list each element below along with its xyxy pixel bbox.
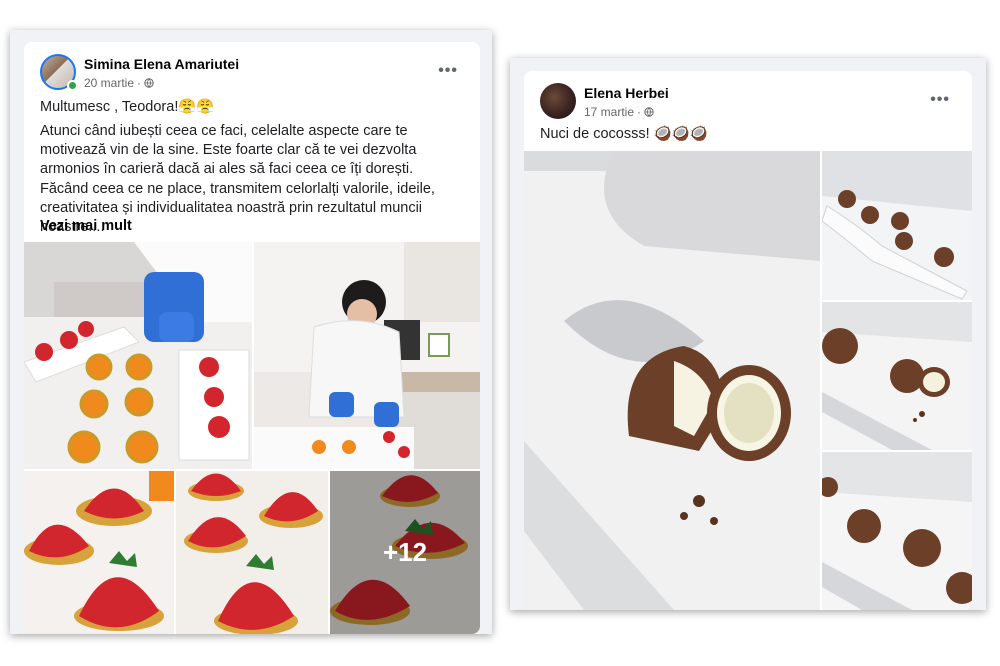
post-caption: Nuci de cocosss! 🥥🥥🥥: [540, 126, 708, 142]
post-date[interactable]: 17 martie: [584, 105, 634, 119]
globe-icon: [144, 78, 154, 88]
photo-more-strawberries[interactable]: +12: [330, 471, 480, 634]
photo-strawberry-desserts[interactable]: [176, 471, 328, 634]
photo-coconut-truffle-halves[interactable]: [822, 302, 972, 450]
photo-image: [822, 302, 972, 450]
photo-chef-strawberries[interactable]: [24, 242, 252, 469]
more-options-icon[interactable]: •••: [438, 62, 458, 80]
online-status-dot: [67, 80, 78, 91]
post-card: Simina Elena Amariutei 20 martie · ••• M…: [24, 42, 480, 634]
photo-coconut-truffles-board[interactable]: [822, 151, 972, 300]
post-header: Elena Herbei 17 martie · •••: [540, 81, 956, 125]
photo-coconut-truffles-row[interactable]: [822, 452, 972, 610]
post-greeting: Multumesc , Teodora!😤😤: [40, 99, 215, 115]
photo-image: [254, 242, 480, 469]
post-meta: 17 martie ·: [584, 105, 654, 119]
photo-image: [24, 242, 252, 469]
author-name[interactable]: Simina Elena Amariutei: [84, 56, 239, 72]
post-screenshot-2: Elena Herbei 17 martie · ••• Nuci de coc…: [510, 58, 986, 610]
photo-chef-kitchen[interactable]: [254, 242, 480, 469]
photo-image: [822, 151, 972, 300]
globe-icon: [644, 107, 654, 117]
more-options-icon[interactable]: •••: [930, 91, 950, 109]
avatar[interactable]: [540, 83, 576, 119]
more-photos-overlay[interactable]: +12: [330, 471, 480, 634]
post-screenshot-1: Simina Elena Amariutei 20 martie · ••• M…: [10, 30, 492, 634]
photo-coconut-truffle-cut[interactable]: [524, 151, 820, 610]
post-date[interactable]: 20 martie: [84, 76, 134, 90]
see-more-link[interactable]: Vezi mai mult: [40, 218, 132, 234]
post-header: Simina Elena Amariutei 20 martie · •••: [40, 52, 464, 96]
photo-image: [524, 151, 820, 610]
author-name[interactable]: Elena Herbei: [584, 85, 669, 101]
post-paragraph: Atunci când iubești ceea ce faci, celela…: [40, 123, 417, 177]
photo-image: [822, 452, 972, 610]
post-meta: 20 martie ·: [84, 76, 154, 90]
photo-image: [176, 471, 328, 634]
post-card: Elena Herbei 17 martie · ••• Nuci de coc…: [524, 71, 972, 610]
photo-strawberry-desserts[interactable]: [24, 471, 174, 634]
photo-image: [24, 471, 174, 634]
